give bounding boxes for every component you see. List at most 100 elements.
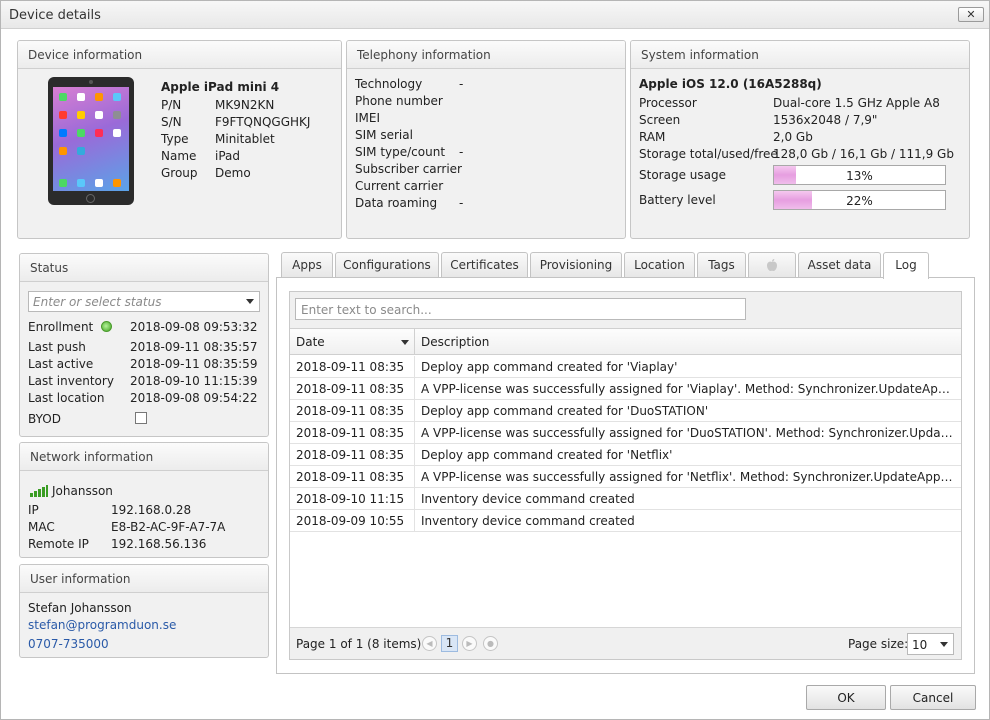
pager-summary: Page 1 of 1 (8 items) bbox=[296, 637, 422, 651]
tab-apple[interactable] bbox=[748, 252, 796, 278]
battery-level-value: 22% bbox=[846, 194, 873, 208]
tab-log[interactable]: Log bbox=[883, 252, 929, 279]
system-info-row: Screen 1536x2048 / 7,9" bbox=[639, 113, 959, 130]
telephony-row: Data roaming - bbox=[355, 196, 625, 213]
system-info-row: Processor Dual-core 1.5 GHz Apple A8 bbox=[639, 96, 959, 113]
tab-location[interactable]: Location bbox=[624, 252, 695, 278]
log-date-cell: 2018-09-11 08:35 bbox=[290, 422, 415, 443]
table-row[interactable]: 2018-09-11 08:35 Deploy app command creat… bbox=[290, 356, 961, 378]
status-row-value: 2018-09-11 08:35:57 bbox=[130, 340, 258, 354]
device-info-row: Group Demo bbox=[161, 166, 341, 183]
network-row-value: 192.168.0.28 bbox=[111, 503, 192, 517]
status-panel: Status Enter or select status Enrollment… bbox=[19, 253, 269, 437]
close-button[interactable]: ✕ bbox=[958, 7, 984, 22]
telephony-row: Subscriber carrier bbox=[355, 162, 625, 179]
log-description-cell: Inventory device command created bbox=[421, 492, 635, 506]
telephony-row-label: Subscriber carrier bbox=[355, 162, 462, 176]
tab-tags[interactable]: Tags bbox=[697, 252, 746, 278]
status-select[interactable]: Enter or select status bbox=[28, 291, 260, 312]
device-info-row-value: iPad bbox=[215, 149, 241, 163]
device-info-row-label: Name bbox=[161, 149, 197, 163]
byod-checkbox[interactable] bbox=[135, 412, 147, 424]
column-header-description[interactable]: Description bbox=[415, 329, 955, 355]
table-row[interactable]: 2018-09-10 11:15 Inventory device command… bbox=[290, 488, 961, 510]
pager-last-icon[interactable]: ● bbox=[483, 636, 498, 651]
table-row[interactable]: 2018-09-11 08:35 A VPP-license was succes… bbox=[290, 466, 961, 488]
table-row[interactable]: 2018-09-09 10:55 Inventory device command… bbox=[290, 510, 961, 532]
network-row-label: Remote IP bbox=[28, 537, 89, 551]
ipad-device-icon bbox=[48, 77, 134, 205]
device-info-row-value: F9FTQNQGGHKJ bbox=[215, 115, 311, 129]
telephony-row-label: Phone number bbox=[355, 94, 443, 108]
log-description-cell: Deploy app command created for 'DuoSTATI… bbox=[421, 404, 709, 418]
tab-apps[interactable]: Apps bbox=[281, 252, 333, 278]
network-ssid: Johansson bbox=[52, 484, 113, 498]
log-search-input[interactable]: Enter text to search... bbox=[295, 298, 746, 320]
status-row-value: 2018-09-10 11:15:39 bbox=[130, 374, 258, 388]
tab-configurations[interactable]: Configurations bbox=[335, 252, 439, 278]
cancel-button[interactable]: Cancel bbox=[890, 685, 976, 710]
log-date-cell: 2018-09-10 11:15 bbox=[290, 488, 415, 509]
status-row-label: Last push bbox=[28, 340, 86, 354]
log-date-cell: 2018-09-11 08:35 bbox=[290, 400, 415, 421]
telephony-row: IMEI bbox=[355, 111, 625, 128]
storage-usage-label: Storage usage bbox=[639, 168, 726, 182]
network-information-panel: Network information Johansson IP 192.168.… bbox=[19, 442, 269, 558]
device-details-window: Device details ✕ Device information Appl… bbox=[0, 0, 990, 720]
tab-asset-data[interactable]: Asset data bbox=[798, 252, 881, 278]
log-description-cell: Deploy app command created for 'Viaplay' bbox=[421, 360, 678, 374]
log-search-placeholder: Enter text to search... bbox=[301, 303, 432, 317]
pager-page-1[interactable]: 1 bbox=[441, 635, 458, 652]
panel-header: Telephony information bbox=[347, 41, 625, 69]
page-size-select[interactable]: 10 bbox=[907, 633, 954, 655]
device-info-row: S/N F9FTQNQGGHKJ bbox=[161, 115, 341, 132]
log-description-cell: A VPP-license was successfully assigned … bbox=[421, 382, 960, 396]
panel-header: Status bbox=[20, 254, 268, 282]
panel-header: Device information bbox=[18, 41, 341, 69]
log-date-cell: 2018-09-11 08:35 bbox=[290, 466, 415, 487]
device-info-row-label: Group bbox=[161, 166, 198, 180]
log-date-cell: 2018-09-11 08:35 bbox=[290, 378, 415, 399]
user-email-link[interactable]: stefan@programduon.se bbox=[28, 618, 176, 635]
device-info-row-value: Minitablet bbox=[215, 132, 275, 146]
table-row[interactable]: 2018-09-11 08:35 A VPP-license was succes… bbox=[290, 378, 961, 400]
status-row-label: Last active bbox=[28, 357, 94, 371]
pager-prev-icon[interactable]: ◀ bbox=[422, 636, 437, 651]
apple-icon bbox=[767, 259, 777, 271]
log-date-cell: 2018-09-11 08:35 bbox=[290, 356, 415, 377]
device-info-row: Type Minitablet bbox=[161, 132, 341, 149]
status-select-placeholder: Enter or select status bbox=[33, 295, 162, 309]
tab-provisioning[interactable]: Provisioning bbox=[530, 252, 622, 278]
telephony-row: Technology - bbox=[355, 77, 625, 94]
system-information-panel: System information Apple iOS 12.0 (16A52… bbox=[630, 40, 970, 239]
telephony-row-label: SIM type/count bbox=[355, 145, 446, 159]
device-model: Apple iPad mini 4 bbox=[161, 80, 280, 94]
telephony-row-value: - bbox=[459, 77, 464, 91]
network-row-label: MAC bbox=[28, 520, 55, 534]
network-row: IP 192.168.0.28 bbox=[28, 503, 268, 520]
table-row[interactable]: 2018-09-11 08:35 A VPP-license was succes… bbox=[290, 422, 961, 444]
log-pager: Page 1 of 1 (8 items) ◀ 1 ▶ ● Page size:… bbox=[290, 627, 961, 659]
column-header-date[interactable]: Date bbox=[290, 329, 415, 355]
telephony-row-label: IMEI bbox=[355, 111, 381, 125]
ok-button[interactable]: OK bbox=[806, 685, 886, 710]
system-info-row-value: 128,0 Gb / 16,1 Gb / 111,9 Gb bbox=[773, 147, 954, 161]
pager-next-icon[interactable]: ▶ bbox=[462, 636, 477, 651]
enrollment-value: 2018-09-08 09:53:32 bbox=[130, 320, 258, 334]
status-row-label: Last location bbox=[28, 391, 105, 405]
table-row[interactable]: 2018-09-11 08:35 Deploy app command creat… bbox=[290, 400, 961, 422]
status-row-value: 2018-09-08 09:54:22 bbox=[130, 391, 258, 405]
tab-certificates[interactable]: Certificates bbox=[441, 252, 528, 278]
system-info-row-label: Screen bbox=[639, 113, 681, 127]
panel-header: Network information bbox=[20, 443, 268, 471]
network-row-value: 192.168.56.136 bbox=[111, 537, 207, 551]
device-info-row: Name iPad bbox=[161, 149, 341, 166]
battery-level-bar: 22% bbox=[773, 190, 946, 210]
storage-usage-bar: 13% bbox=[773, 165, 946, 185]
telephony-row: Current carrier bbox=[355, 179, 625, 196]
system-info-row: RAM 2,0 Gb bbox=[639, 130, 959, 147]
user-phone-link[interactable]: 0707-735000 bbox=[28, 637, 109, 654]
table-row[interactable]: 2018-09-11 08:35 Deploy app command creat… bbox=[290, 444, 961, 466]
network-row-value: E8-B2-AC-9F-A7-7A bbox=[111, 520, 226, 534]
system-info-row-value: 1536x2048 / 7,9" bbox=[773, 113, 878, 127]
